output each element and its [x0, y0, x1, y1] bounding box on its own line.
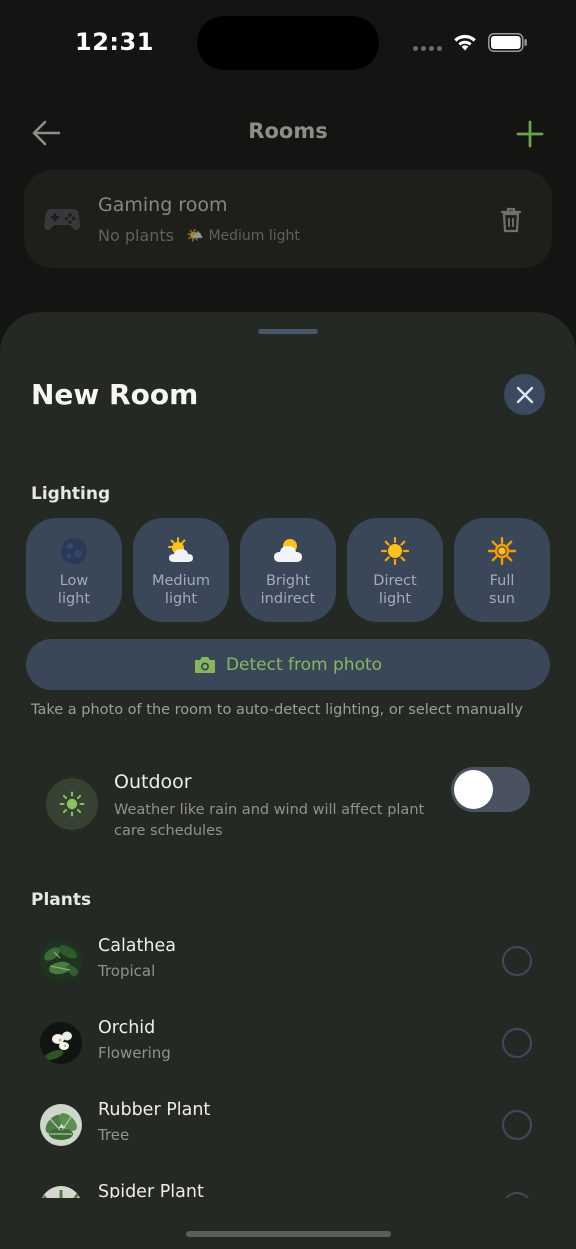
gamepad-icon: [44, 209, 80, 231]
toggle-knob: [454, 770, 493, 809]
lighting-option-medium[interactable]: Medium light: [133, 518, 229, 622]
battery-icon: [488, 33, 527, 52]
lighting-option-label: Bright indirect: [260, 573, 316, 607]
add-room-plus-icon[interactable]: [514, 118, 546, 150]
lighting-option-direct[interactable]: Direct light: [347, 518, 443, 622]
sheet-title: New Room: [31, 378, 199, 411]
outdoor-title: Outdoor: [114, 771, 192, 793]
detect-from-photo-button[interactable]: Detect from photo: [26, 639, 550, 690]
detect-button-label: Detect from photo: [225, 654, 383, 675]
sun-behind-small-cloud-icon: [133, 536, 229, 566]
room-card[interactable]: Gaming room No plants 🌤️ Medium light: [24, 170, 552, 268]
high-brightness-icon: [454, 536, 550, 566]
room-meta: No plants 🌤️ Medium light: [98, 226, 300, 245]
plant-select-radio[interactable]: [502, 1028, 532, 1058]
calathea-thumbnail: [40, 940, 82, 982]
new-room-sheet: New Room Lighting Low light Medium light…: [0, 312, 576, 1249]
plant-row[interactable]: Rubber Plant Tree: [0, 1092, 576, 1174]
lighting-option-label: Full sun: [489, 573, 515, 607]
plant-list: Calathea Tropical Orchid Flowering Rubbe…: [0, 928, 576, 1198]
plant-name: Rubber Plant: [98, 1100, 211, 1120]
lighting-option-low[interactable]: Low light: [26, 518, 122, 622]
plant-select-radio[interactable]: [502, 1192, 532, 1198]
sun-behind-cloud-icon: [240, 536, 336, 566]
page-title: Rooms: [248, 119, 328, 143]
room-light-info: 🌤️ Medium light: [186, 228, 300, 244]
lighting-option-label: Medium light: [152, 573, 210, 607]
plant-row[interactable]: Calathea Tropical: [0, 928, 576, 1010]
spider-plant-thumbnail: [40, 1186, 82, 1198]
close-icon: [516, 386, 533, 403]
outdoor-toggle[interactable]: [451, 767, 530, 812]
plant-name: Orchid: [98, 1018, 156, 1038]
detect-hint: Take a photo of the room to auto-detect …: [31, 702, 523, 718]
sun-icon: [347, 536, 443, 566]
sheet-grabber[interactable]: [258, 329, 318, 334]
plant-row[interactable]: Spider Plant: [0, 1174, 576, 1198]
plants-label: Plants: [31, 890, 92, 910]
room-light-label: Medium light: [208, 227, 300, 244]
new-moon-icon: [26, 536, 122, 566]
plant-row[interactable]: Orchid Flowering: [0, 1010, 576, 1092]
plant-category: Flowering: [98, 1044, 171, 1062]
home-indicator: [186, 1231, 391, 1237]
sun-behind-cloud-icon: 🌤️: [186, 227, 204, 244]
room-name: Gaming room: [98, 194, 228, 216]
lighting-option-label: Low light: [57, 573, 91, 607]
trash-icon[interactable]: [500, 207, 522, 233]
dynamic-island: [197, 16, 379, 70]
plant-name: Calathea: [98, 936, 176, 956]
wifi-icon: [454, 34, 476, 51]
camera-icon: [194, 656, 215, 673]
outdoor-description: Weather like rain and wind will affect p…: [114, 802, 425, 839]
lighting-option-label: Direct light: [373, 573, 417, 607]
status-time: 12:31: [75, 28, 154, 56]
plant-category: Tree: [98, 1126, 130, 1144]
plant-select-radio[interactable]: [502, 946, 532, 976]
screen: 12:31 Rooms Gaming room No plants 🌤️ Med…: [0, 0, 576, 1249]
outdoor-sun-icon: [46, 778, 98, 830]
plant-name: Spider Plant: [98, 1182, 204, 1198]
close-button[interactable]: [504, 374, 545, 415]
lighting-option-full-sun[interactable]: Full sun: [454, 518, 550, 622]
cellular-signal-icon: [413, 46, 442, 51]
lighting-option-bright-indirect[interactable]: Bright indirect: [240, 518, 336, 622]
lighting-options: Low light Medium light Bright indirect D…: [26, 518, 550, 622]
plant-category: Tropical: [98, 962, 156, 980]
rubber-plant-thumbnail: [40, 1104, 82, 1146]
room-plant-count: No plants: [98, 226, 174, 245]
orchid-thumbnail: [40, 1022, 82, 1064]
lighting-label: Lighting: [31, 484, 111, 504]
plant-select-radio[interactable]: [502, 1110, 532, 1140]
